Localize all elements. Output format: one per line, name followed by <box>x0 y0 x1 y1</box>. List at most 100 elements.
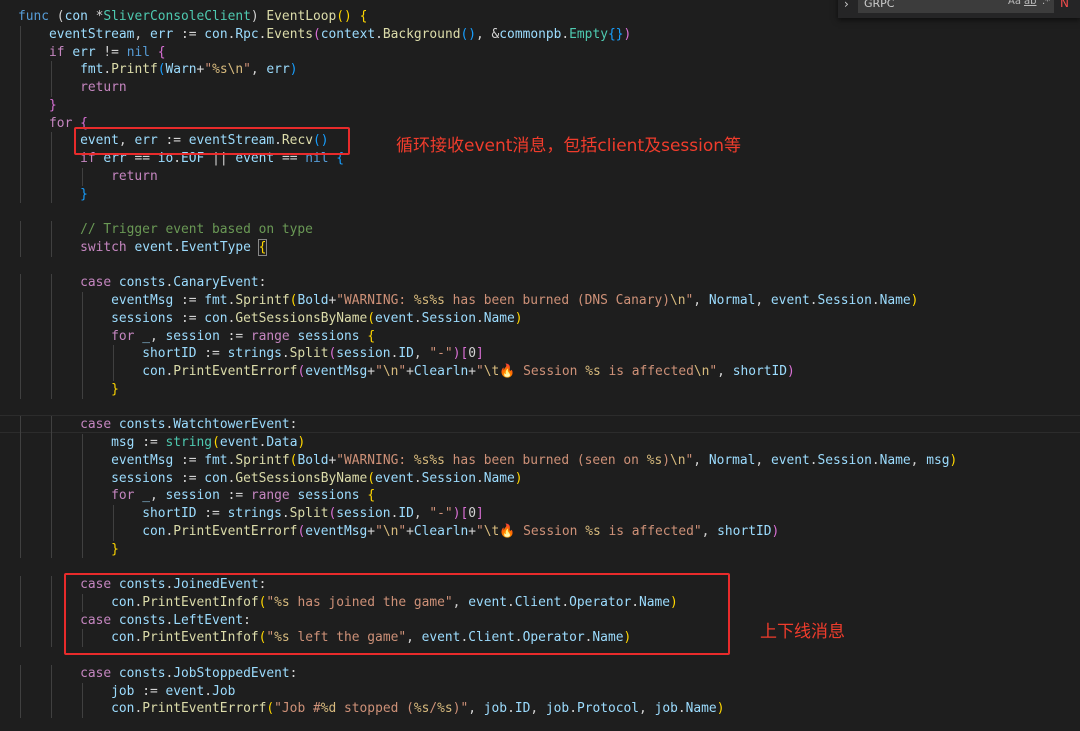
code-token: con <box>204 470 228 486</box>
match-case-toggle[interactable]: Aa <box>1008 0 1021 7</box>
indent-guide <box>82 363 84 381</box>
indent-guide <box>20 238 21 257</box>
code-line[interactable] <box>18 203 1080 221</box>
code-token: %s\n <box>212 62 244 78</box>
code-line[interactable]: switch event.EventType { <box>18 238 1080 257</box>
next-match-button[interactable]: N <box>1060 0 1069 10</box>
code-token: return <box>111 168 158 184</box>
code-token: Normal <box>708 293 756 308</box>
code-line[interactable]: shortID := strings.Split(session.ID, "-"… <box>18 505 1080 523</box>
indent-guide <box>20 522 21 541</box>
code-token: , & <box>476 26 500 42</box>
chevron-right-icon[interactable]: › <box>844 0 849 11</box>
code-line[interactable]: eventStream, err := con. Rpc. Events(conte… <box>18 25 1080 44</box>
code-token: + <box>367 523 376 539</box>
code-token: Name <box>685 701 717 717</box>
code-token: job <box>545 701 570 717</box>
code-token: event <box>165 683 205 699</box>
code-line[interactable]: } <box>18 185 1080 204</box>
code-line[interactable] <box>18 257 1080 275</box>
code-token: con <box>204 310 228 326</box>
indent-guide <box>20 487 21 505</box>
code-token: : <box>258 275 267 291</box>
code-token: if <box>49 44 65 60</box>
code-line[interactable]: con.PrintEventErrorf(eventMsg+"\n"+Clear… <box>18 363 1080 381</box>
code-token: * <box>87 9 104 24</box>
code-token: Split <box>289 506 329 521</box>
code-token: . <box>413 470 422 486</box>
code-token: ) <box>910 293 919 308</box>
indent-guide <box>82 292 84 310</box>
code-token: for <box>111 488 135 504</box>
indent-guide <box>82 469 84 488</box>
code-line[interactable]: if err != nil { <box>18 43 1080 62</box>
indent-guide <box>51 380 53 399</box>
code-line[interactable]: con. PrintEventErrorf("Job #%d stopped (%… <box>18 700 1080 718</box>
indent-guide <box>51 292 53 310</box>
indent-guide <box>82 522 84 541</box>
code-token: Background <box>382 26 461 42</box>
code-token: eventStream <box>49 26 135 42</box>
code-line[interactable]: return <box>18 167 1080 186</box>
code-line[interactable]: case consts.JobStoppedEvent: <box>18 664 1080 683</box>
code-token: { <box>359 9 368 24</box>
code-token: ID <box>398 506 414 521</box>
indent-guide <box>82 700 84 718</box>
code-line[interactable]: con.PrintEventErrorf(eventMsg+"\n"+Clear… <box>18 522 1080 541</box>
whole-word-toggle[interactable]: ab <box>1024 0 1036 7</box>
indent-guide <box>51 79 53 97</box>
indent-guide <box>51 522 53 541</box>
code-token: . <box>677 701 686 717</box>
indent-guide <box>51 185 53 204</box>
code-line[interactable]: msg := string(event.Data) <box>18 434 1080 452</box>
code-token: strings <box>227 506 282 521</box>
code-token: ( <box>266 701 275 717</box>
code-line[interactable]: // Trigger event based on type <box>18 221 1080 239</box>
code-token: \t <box>483 523 500 539</box>
code-line[interactable] <box>18 399 1080 417</box>
code-token: Protocol <box>576 701 640 717</box>
code-token: . <box>809 452 818 468</box>
code-line[interactable]: sessions := con. GetSessionsByName(event.… <box>18 469 1080 488</box>
indent-guide <box>20 593 21 612</box>
code-token: () <box>460 26 476 42</box>
code-line[interactable]: return <box>18 79 1080 97</box>
code-token: ) <box>297 435 306 450</box>
code-line[interactable]: shortID := strings.Split(session.ID, "-"… <box>18 345 1080 363</box>
code-line[interactable]: } <box>18 540 1080 559</box>
code-token: Name <box>483 310 515 326</box>
code-line[interactable]: eventMsg := fmt.Sprintf(Bold+"WARNING: %… <box>18 292 1080 310</box>
code-token: . <box>103 62 112 78</box>
code-token: ) <box>771 523 780 539</box>
code-token: func <box>18 9 50 24</box>
code-token: , <box>530 701 546 717</box>
code-line[interactable]: sessions := con. GetSessionsByName(event.… <box>18 309 1080 328</box>
code-line[interactable]: } <box>18 380 1080 399</box>
code-line[interactable]: case consts.WatchtowerEvent: <box>0 415 1080 434</box>
regex-toggle[interactable]: .* <box>1042 0 1050 7</box>
code-token: Session <box>817 452 872 468</box>
code-token: "-" <box>429 506 453 521</box>
find-widget[interactable]: › GRPC Aa ab .* N <box>838 0 1080 18</box>
code-token: : <box>289 665 298 681</box>
code-token: + <box>468 364 476 379</box>
indent-guide <box>113 522 115 541</box>
code-line[interactable]: job := event.Job <box>18 682 1080 701</box>
code-line[interactable]: for _, session := range sessions { <box>18 487 1080 505</box>
code-line[interactable]: fmt.Printf(Warn+"%s\n", err) <box>18 61 1080 79</box>
code-token: ( <box>212 435 220 450</box>
code-line[interactable]: case consts.CanaryEvent: <box>18 274 1080 292</box>
code-token: string <box>165 435 213 450</box>
code-line[interactable]: eventMsg := fmt.Sprintf(Bold+"WARNING: %… <box>18 451 1080 470</box>
code-line[interactable]: } <box>18 96 1080 115</box>
code-token: eventMsg <box>111 293 174 308</box>
indent-guide <box>82 540 84 559</box>
code-token: , <box>910 452 927 468</box>
indent-guide <box>20 274 21 292</box>
indent-guide <box>20 43 21 62</box>
code-token: + <box>406 523 414 539</box>
code-line[interactable]: for _, session := range sessions { <box>18 327 1080 346</box>
